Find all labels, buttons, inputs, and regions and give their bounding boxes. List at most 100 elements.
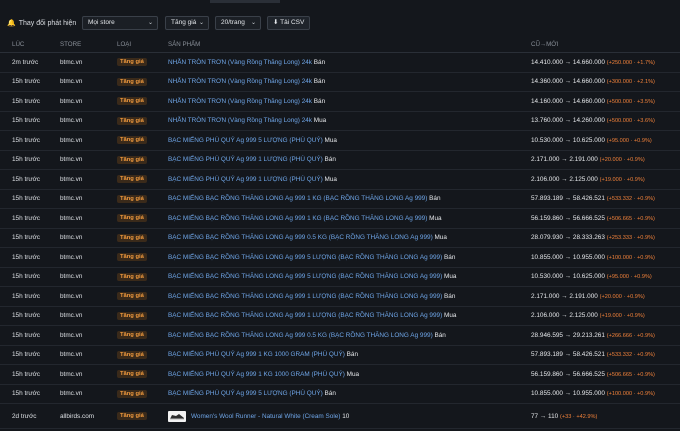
table-row[interactable]: 2m trước btmc.vn Tăng giá NHẪN TRÒN TRƠN (V… — [0, 52, 680, 73]
header-type[interactable]: LOẠI — [117, 36, 168, 53]
table-row[interactable]: 15h trước btmc.vn Tăng giá BẠC MIẾNG PHÚ QU… — [0, 364, 680, 385]
product-link[interactable]: NHẪN TRÒN TRƠN (Vàng Rồng Thăng Long) 24… — [168, 117, 312, 124]
status-badge: Tăng giá — [117, 311, 147, 320]
price-delta: (+500.000 · +3.5%) — [606, 98, 655, 105]
per-page-select[interactable]: 20/trang ⌄ — [215, 16, 261, 30]
product-link[interactable]: BẠC MIẾNG BẠC RỒNG THĂNG LONG Ag 999 5 L… — [168, 254, 442, 261]
product-link[interactable]: BẠC MIẾNG PHÚ QUÝ Ag 999 5 LƯỢNG (PHÚ QU… — [168, 390, 323, 397]
product-link[interactable]: BẠC MIẾNG PHÚ QUÝ Ag 999 5 LƯỢNG (PHÚ QU… — [168, 137, 323, 144]
status-badge: Tăng giá — [117, 136, 147, 145]
cell-store: btmc.vn — [60, 208, 117, 229]
cell-product: NHẪN TRÒN TRƠN (Vàng Rồng Thăng Long) 24… — [168, 91, 531, 112]
table-row[interactable]: 15h trước btmc.vn Tăng giá NHẪN TRÒN TRƠN (… — [0, 91, 680, 112]
cell-type: Tăng giá — [117, 208, 168, 229]
product-link[interactable]: BẠC MIẾNG PHÚ QUÝ Ag 999 1 LƯỢNG (PHÚ QU… — [168, 176, 323, 183]
cell-type: Tăng giá — [117, 345, 168, 365]
bell-icon: 🔔 — [7, 20, 16, 27]
cell-store: btmc.vn — [60, 267, 117, 287]
header-price[interactable]: CŨ→MỚI — [531, 36, 680, 53]
cell-store: btmc.vn — [60, 189, 117, 209]
cell-time: 15h trước — [0, 267, 60, 287]
status-badge: Tăng giá — [117, 175, 147, 184]
cell-time: 15h trước — [0, 228, 60, 248]
cell-store: btmc.vn — [60, 325, 117, 346]
price-delta: (+500.000 · +3.6%) — [606, 118, 655, 125]
product-side: Mua — [324, 136, 337, 144]
cell-time: 15h trước — [0, 345, 60, 365]
product-link[interactable]: NHẪN TRÒN TRƠN (Vàng Rồng Thăng Long) 24… — [168, 78, 312, 85]
product-link[interactable]: BẠC MIẾNG BẠC RỒNG THĂNG LONG Ag 999 1 K… — [168, 215, 427, 222]
cell-price: 10.855.000 → 10.955.000 (+100.000 · +0.9… — [531, 384, 680, 404]
product-link[interactable]: BẠC MIẾNG PHÚ QUÝ Ag 999 1 KG 1000 GRAM … — [168, 371, 345, 378]
product-side: Mua — [444, 273, 457, 281]
status-badge: Tăng giá — [117, 389, 147, 398]
product-link[interactable]: BẠC MIẾNG BẠC RỒNG THĂNG LONG Ag 999 5 L… — [168, 273, 442, 280]
table-row[interactable]: 15h trước btmc.vn Tăng giá NHẪN TRÒN TRƠN (… — [0, 72, 680, 92]
cell-type: Tăng giá — [117, 130, 168, 151]
changes-table: LÚC STORE LOẠI SẢN PHẨM CŨ→MỚI 2m trước b… — [0, 36, 680, 429]
product-link[interactable]: NHẪN TRÒN TRƠN (Vàng Rồng Thăng Long) 24… — [168, 98, 312, 105]
product-link[interactable]: BẠC MIẾNG BẠC RỒNG THĂNG LONG Ag 999 0.5… — [168, 332, 433, 339]
price-delta: (+253.333 · +0.9%) — [606, 235, 655, 242]
table-row[interactable]: 15h trước btmc.vn Tăng giá BẠC MIẾNG BẠC RỒ… — [0, 267, 680, 287]
cell-product: NHẪN TRÒN TRƠN (Vàng Rồng Thăng Long) 24… — [168, 111, 531, 131]
product-link[interactable]: BẠC MIẾNG BẠC RỒNG THĂNG LONG Ag 999 1 L… — [168, 293, 442, 300]
price-delta: (+100.000 · +0.9%) — [606, 254, 655, 261]
chevron-down-icon: ⌄ — [250, 20, 256, 26]
status-badge: Tăng giá — [117, 233, 147, 242]
product-link[interactable]: BẠC MIẾNG BẠC RỒNG THĂNG LONG Ag 999 0.5… — [168, 234, 433, 241]
status-badge: Tăng giá — [117, 214, 147, 223]
table-row[interactable]: 15h trước btmc.vn Tăng giá BẠC MIẾNG PHÚ QU… — [0, 150, 680, 170]
store-select[interactable]: Mọi store ⌄ — [82, 16, 158, 30]
product-link[interactable]: BẠC MIẾNG PHÚ QUÝ Ag 999 1 KG 1000 GRAM … — [168, 351, 345, 358]
cell-product: BẠC MIẾNG PHÚ QUÝ Ag 999 5 LƯỢNG (PHÚ QU… — [168, 130, 531, 151]
price-change: 10.855.000 → 10.955.000 — [531, 253, 605, 261]
cell-time: 15h trước — [0, 325, 60, 346]
cell-price: 14.410.000 → 14.660.000 (+250.000 · +1.7… — [531, 52, 680, 73]
status-badge: Tăng giá — [117, 292, 147, 301]
cell-product: NHẪN TRÒN TRƠN (Vàng Rồng Thăng Long) 24… — [168, 72, 531, 92]
product-side: Bán — [346, 351, 359, 359]
table-row[interactable]: 15h trước btmc.vn Tăng giá BẠC MIẾNG BẠC RỒ… — [0, 208, 680, 229]
table-row[interactable]: 15h trước btmc.vn Tăng giá NHẪN TRÒN TRƠN (… — [0, 111, 680, 131]
download-csv-button[interactable]: ⬇ Tải CSV — [267, 16, 311, 30]
product-link[interactable]: Women's Wool Runner - Natural White (Cre… — [191, 413, 340, 420]
table-row[interactable]: 15h trước btmc.vn Tăng giá BẠC MIẾNG BẠC RỒ… — [0, 189, 680, 209]
price-change: 28.079.930 → 28.333.263 — [531, 234, 605, 242]
cell-type: Tăng giá — [117, 189, 168, 209]
product-link[interactable]: NHẪN TRÒN TRƠN (Vàng Rồng Thăng Long) 24… — [168, 59, 312, 66]
header-product[interactable]: SẢN PHẨM — [168, 36, 531, 53]
table-row[interactable]: 15h trước btmc.vn Tăng giá BẠC MIẾNG BẠC RỒ… — [0, 247, 680, 268]
table-row[interactable]: 15h trước btmc.vn Tăng giá BẠC MIẾNG PHÚ QU… — [0, 345, 680, 365]
product-link[interactable]: BẠC MIẾNG PHÚ QUÝ Ag 999 1 LƯỢNG (PHÚ QU… — [168, 156, 323, 163]
table-row[interactable]: 15h trước btmc.vn Tăng giá BẠC MIẾNG BẠC RỒ… — [0, 325, 680, 346]
cell-product: BẠC MIẾNG BẠC RỒNG THĂNG LONG Ag 999 1 K… — [168, 208, 531, 229]
table-row[interactable]: 15h trước btmc.vn Tăng giá BẠC MIẾNG BẠC RỒ… — [0, 306, 680, 326]
status-badge: Tăng giá — [117, 77, 147, 86]
table-row[interactable]: 15h trước btmc.vn Tăng giá BẠC MIẾNG BẠC RỒ… — [0, 286, 680, 307]
product-link[interactable]: BẠC MIẾNG BẠC RỒNG THĂNG LONG Ag 999 1 L… — [168, 312, 442, 319]
table-row[interactable]: 15h trước btmc.vn Tăng giá BẠC MIẾNG BẠC RỒ… — [0, 228, 680, 248]
cell-type: Tăng giá — [117, 267, 168, 287]
table-row[interactable]: 15h trước btmc.vn Tăng giá BẠC MIẾNG PHÚ QU… — [0, 169, 680, 190]
table-row[interactable]: 15h trước btmc.vn Tăng giá BẠC MIẾNG PHÚ QU… — [0, 130, 680, 151]
price-delta: (+506.665 · +0.9%) — [606, 371, 655, 378]
price-change: 13.760.000 → 14.260.000 — [531, 117, 605, 125]
header-time[interactable]: LÚC — [0, 36, 60, 53]
header-store[interactable]: STORE — [60, 36, 117, 53]
cell-price: 2.171.000 → 2.191.000 (+20.000 · +0.9%) — [531, 286, 680, 307]
product-side: Bán — [313, 78, 326, 86]
product-link[interactable]: BẠC MIẾNG BẠC RỒNG THĂNG LONG Ag 999 1 K… — [168, 195, 427, 202]
price-change: 10.855.000 → 10.955.000 — [531, 390, 605, 398]
table-header-row: LÚC STORE LOẠI SẢN PHẨM CŨ→MỚI — [0, 36, 680, 53]
status-badge: Tăng giá — [117, 97, 147, 106]
table-row[interactable]: 15h trước btmc.vn Tăng giá BẠC MIẾNG PHÚ QU… — [0, 384, 680, 404]
cell-store: btmc.vn — [60, 130, 117, 151]
price-change: 28.946.595 → 29.213.261 — [531, 331, 605, 339]
change-type-select[interactable]: Tăng giá ⌄ — [165, 16, 209, 30]
table-row[interactable]: 2d trước allbirds.com Tăng giá Women's Wool… — [0, 403, 680, 429]
cell-type: Tăng giá — [117, 286, 168, 307]
shoe-thumbnail-icon — [168, 410, 186, 422]
price-change: 56.159.860 → 56.666.525 — [531, 370, 605, 378]
cell-store: allbirds.com — [60, 403, 117, 429]
